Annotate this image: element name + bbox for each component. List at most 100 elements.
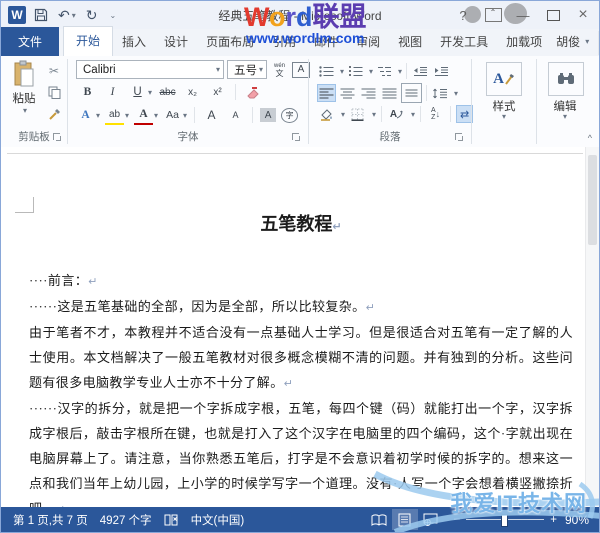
superscript-button[interactable]: x² — [208, 83, 227, 101]
multilevel-list-button[interactable] — [375, 62, 394, 80]
increase-indent-button[interactable] — [432, 62, 451, 80]
undo-dropdown-icon[interactable]: ▾ — [72, 11, 76, 20]
zoom-percentage[interactable]: 90% — [565, 513, 589, 527]
tab-design[interactable]: 设计 — [155, 28, 197, 56]
align-center-button[interactable] — [338, 84, 357, 102]
bullets-dropdown-icon[interactable]: ▾ — [340, 67, 344, 76]
shrink-font-button[interactable]: A — [226, 106, 245, 124]
change-case-dropdown-icon[interactable]: ▾ — [183, 111, 187, 120]
line-spacing-button[interactable] — [431, 84, 450, 102]
tab-view[interactable]: 视图 — [389, 28, 431, 56]
underline-button[interactable]: U — [128, 83, 147, 101]
enclose-character-button[interactable]: 字 — [281, 107, 299, 123]
highlight-dropdown-icon[interactable]: ▾ — [125, 111, 129, 120]
word-count[interactable]: 4927 个字 — [100, 512, 152, 528]
proofing-status[interactable] — [164, 514, 179, 526]
tab-addins[interactable]: 加载项 — [497, 28, 551, 56]
vertical-scrollbar[interactable] — [585, 147, 599, 507]
more-icon: ⌄ — [109, 10, 117, 20]
italic-button[interactable]: I — [103, 83, 122, 101]
tab-mailings[interactable]: 邮件 — [305, 28, 347, 56]
distributed-button[interactable] — [401, 83, 422, 103]
tab-page-layout[interactable]: 页面布局 — [197, 28, 263, 56]
clipboard-dialog-launcher[interactable] — [53, 133, 63, 143]
bullets-button[interactable] — [317, 62, 336, 80]
paste-dropdown-icon[interactable]: ▾ — [23, 106, 27, 115]
borders-button[interactable] — [348, 105, 367, 123]
font-color-button[interactable]: A — [134, 105, 154, 125]
read-mode-button[interactable] — [366, 509, 392, 530]
clear-formatting-button[interactable] — [244, 83, 263, 101]
zoom-out-button[interactable]: − — [454, 514, 461, 526]
font-dialog-launcher[interactable] — [292, 133, 302, 143]
subscript-button[interactable]: x₂ — [183, 83, 202, 101]
styles-dropdown-icon[interactable]: ▾ — [472, 112, 536, 121]
page-indicator[interactable]: 第 1 页,共 7 页 — [13, 512, 88, 528]
zoom-in-button[interactable]: + — [550, 514, 557, 526]
language-indicator[interactable]: 中文(中国) — [191, 512, 245, 528]
font-color-dropdown-icon[interactable]: ▾ — [154, 111, 158, 120]
paragraph-dialog-launcher[interactable] — [455, 133, 465, 143]
shading-dropdown-icon[interactable]: ▾ — [341, 110, 345, 119]
tab-insert[interactable]: 插入 — [113, 28, 155, 56]
tab-review[interactable]: 审阅 — [347, 28, 389, 56]
asian-layout-button[interactable]: A — [387, 105, 406, 123]
redo-button[interactable]: ↻ — [86, 7, 98, 24]
numbering-button[interactable] — [346, 62, 365, 80]
document-area[interactable]: 五笔教程↵ ····前言：↵ ······这是五笔基础的全部，因为是全部，所以比… — [1, 147, 599, 507]
underline-dropdown-icon[interactable]: ▾ — [148, 88, 152, 97]
text-effects-dropdown-icon[interactable]: ▾ — [96, 111, 100, 120]
editing-button[interactable] — [548, 62, 584, 96]
customize-qat-button[interactable]: ⌄ — [107, 11, 116, 20]
bold-button[interactable]: B — [78, 83, 97, 101]
close-button[interactable]: × — [571, 5, 595, 25]
shading-button[interactable] — [317, 105, 336, 123]
font-name-select[interactable]: Calibri ▾ — [76, 60, 224, 79]
highlight-button[interactable]: ab — [105, 105, 125, 125]
sort-button[interactable]: A Z ↓ — [426, 105, 445, 123]
save-button[interactable] — [34, 8, 48, 22]
editing-dropdown-icon[interactable]: ▾ — [537, 112, 593, 121]
numbering-dropdown-icon[interactable]: ▾ — [369, 67, 373, 76]
paragraph-preface: ····前言：↵ — [29, 273, 98, 288]
print-layout-button[interactable] — [391, 509, 418, 530]
change-case-button[interactable]: Aa — [163, 106, 182, 124]
ribbon-display-options-button[interactable]: ⌃ — [481, 5, 505, 25]
tab-home[interactable]: 开始 — [63, 26, 114, 56]
borders-dropdown-icon[interactable]: ▾ — [372, 110, 376, 119]
font-size-dropdown-icon: ▾ — [258, 65, 263, 74]
tab-references[interactable]: 引用 — [263, 28, 305, 56]
collapse-ribbon-button[interactable]: ^ — [588, 133, 592, 143]
character-shading-button[interactable]: A — [260, 108, 277, 122]
paste-button[interactable]: 粘贴 ▾ — [6, 60, 42, 132]
zoom-slider-thumb[interactable] — [500, 514, 508, 527]
maximize-button[interactable] — [541, 5, 565, 25]
document-content[interactable]: 五笔教程↵ ····前言：↵ ······这是五笔基础的全部，因为是全部，所以比… — [29, 209, 573, 507]
multilevel-dropdown-icon[interactable]: ▾ — [398, 67, 402, 76]
justify-button[interactable] — [380, 84, 399, 102]
scrollbar-thumb[interactable] — [588, 155, 597, 245]
tab-developer[interactable]: 开发工具 — [431, 28, 497, 56]
decrease-indent-button[interactable] — [411, 62, 430, 80]
copy-button[interactable] — [45, 84, 63, 101]
font-size-select[interactable]: 五号 ▾ — [227, 60, 267, 79]
tab-user-name[interactable]: 胡俊 ▾ — [551, 28, 594, 56]
styles-button[interactable]: A — [486, 62, 522, 96]
grow-font-button[interactable]: A — [202, 106, 221, 124]
align-right-button[interactable] — [359, 84, 378, 102]
line-spacing-dropdown-icon[interactable]: ▾ — [454, 89, 458, 98]
web-layout-button[interactable] — [418, 509, 444, 530]
strikethrough-button[interactable]: abc — [158, 83, 177, 101]
cut-button[interactable]: ✂ — [45, 62, 63, 79]
read-mode-icon — [371, 513, 387, 526]
tab-file[interactable]: 文件 — [1, 27, 60, 56]
phonetic-guide-button[interactable]: wén 文 — [270, 61, 289, 79]
font-name-dropdown-icon: ▾ — [215, 65, 220, 74]
asian-layout-dropdown-icon[interactable]: ▾ — [411, 110, 415, 119]
text-effects-button[interactable]: A — [76, 106, 95, 124]
align-left-button[interactable] — [317, 84, 336, 102]
zoom-slider[interactable] — [466, 514, 545, 527]
format-painter-button[interactable] — [45, 106, 63, 123]
undo-button[interactable]: ↶ ▾ — [58, 7, 76, 24]
font-size-value: 五号 — [234, 64, 257, 77]
